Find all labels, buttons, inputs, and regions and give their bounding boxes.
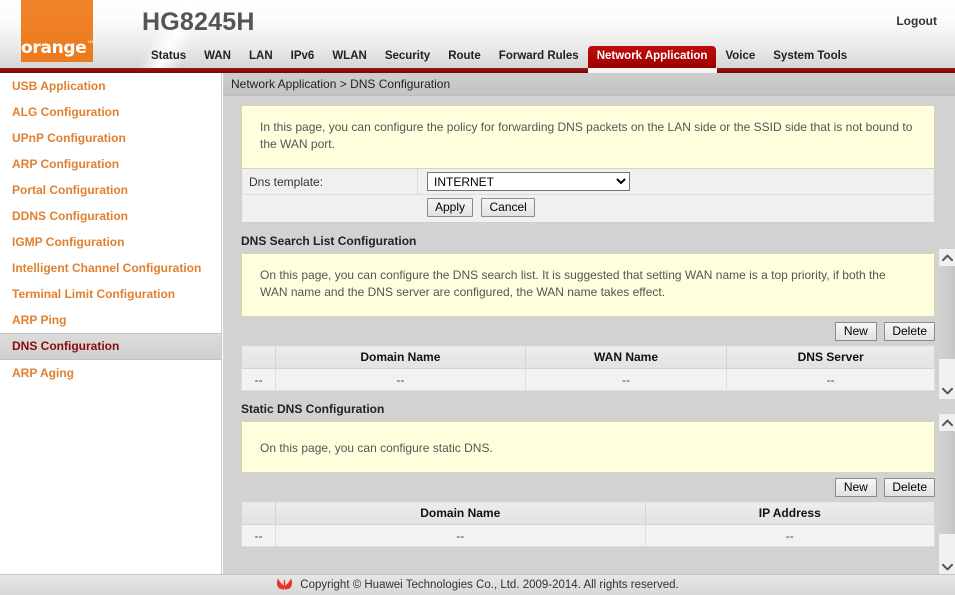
column-header: Domain Name (275, 501, 646, 525)
sidebar-item-alg-configuration[interactable]: ALG Configuration (0, 99, 221, 125)
nav-item-ipv6[interactable]: IPv6 (282, 46, 324, 68)
table-cell: -- (726, 368, 935, 391)
dns-policy-panel: In this page, you can configure the poli… (241, 105, 935, 223)
sidebar-item-upnp-configuration[interactable]: UPnP Configuration (0, 125, 221, 151)
column-header (241, 501, 276, 525)
table-cell: -- (241, 368, 276, 391)
dns-search-list-toolbar: New Delete (241, 322, 935, 341)
sidebar-item-terminal-limit-configuration[interactable]: Terminal Limit Configuration (0, 281, 221, 307)
nav-item-route[interactable]: Route (439, 46, 490, 68)
table-cell: -- (524, 368, 728, 391)
static-dns-panel: On this page, you can configure static D… (241, 421, 935, 473)
dns-search-list-delete-button[interactable]: Delete (884, 322, 935, 341)
nav-item-network-application[interactable]: Network Application (587, 46, 717, 68)
nav-item-lan[interactable]: LAN (240, 46, 282, 68)
trademark-icon: ™ (86, 39, 95, 49)
table-row[interactable]: -- -- -- (241, 524, 936, 547)
table-cell: -- (644, 524, 936, 547)
logout-button[interactable]: Logout (896, 14, 937, 28)
sidebar-menu: USB Application ALG Configuration UPnP Con… (0, 73, 222, 575)
dns-template-label: Dns template: (242, 168, 418, 195)
sidebar-item-arp-ping[interactable]: ARP Ping (0, 307, 221, 333)
sidebar-item-dns-configuration[interactable]: DNS Configuration (0, 333, 221, 360)
breadcrumb: Network Application > DNS Configuration (223, 73, 955, 96)
dns-search-list-title: DNS Search List Configuration (241, 234, 417, 248)
content-scrollbar-lower[interactable] (938, 414, 955, 575)
cancel-button[interactable]: Cancel (481, 198, 535, 217)
sidebar-item-arp-configuration[interactable]: ARP Configuration (0, 151, 221, 177)
copyright-text: Copyright © Huawei Technologies Co., Ltd… (300, 579, 679, 591)
nav-item-wan[interactable]: WAN (195, 46, 240, 68)
nav-item-status[interactable]: Status (142, 46, 195, 68)
column-header: DNS Server (726, 345, 935, 369)
dns-policy-info-text: In this page, you can configure the poli… (241, 105, 935, 169)
content-scrollbar-upper[interactable] (938, 249, 955, 399)
scroll-down-arrow-icon[interactable] (939, 382, 955, 399)
sidebar-item-intelligent-channel-configuration[interactable]: Intelligent Channel Configuration (0, 255, 221, 281)
static-dns-table: Domain Name IP Address -- -- -- (241, 501, 936, 547)
nav-item-security[interactable]: Security (376, 46, 439, 68)
sidebar-item-ddns-configuration[interactable]: DDNS Configuration (0, 203, 221, 229)
scroll-thumb-lower[interactable] (939, 431, 955, 534)
nav-active-underline-gap (588, 68, 717, 73)
page-header: orange™ HG8245H Logout Status WAN LAN IPv6 W… (0, 0, 955, 68)
column-header: Domain Name (275, 345, 526, 369)
column-header: IP Address (644, 501, 936, 525)
page-footer: Copyright © Huawei Technologies Co., Ltd… (0, 574, 955, 595)
table-header-row: Domain Name IP Address (241, 501, 936, 525)
huawei-logo-icon (276, 578, 293, 593)
sidebar-item-portal-configuration[interactable]: Portal Configuration (0, 177, 221, 203)
static-dns-new-button[interactable]: New (834, 478, 877, 497)
table-cell: -- (275, 368, 526, 391)
scroll-up-arrow-icon-2[interactable] (939, 414, 955, 431)
content-area: Network Application > DNS Configuration … (223, 73, 955, 575)
table-header-row: Domain Name WAN Name DNS Server (241, 345, 935, 369)
nav-item-wlan[interactable]: WLAN (323, 46, 376, 68)
dns-template-row: Dns template: INTERNET (241, 168, 935, 195)
dns-search-list-table: Domain Name WAN Name DNS Server -- -- -- -- (241, 345, 935, 391)
static-dns-toolbar: New Delete (241, 478, 935, 497)
orange-logo-word: orange (21, 38, 87, 58)
static-dns-delete-button[interactable]: Delete (884, 478, 935, 497)
dns-search-list-info-text: On this page, you can configure the DNS … (241, 253, 935, 317)
sidebar-item-igmp-configuration[interactable]: IGMP Configuration (0, 229, 221, 255)
orange-logo-text: orange™ (21, 38, 95, 58)
static-dns-title: Static DNS Configuration (241, 402, 385, 416)
scroll-down-arrow-icon-2[interactable] (939, 558, 955, 575)
table-cell: -- (275, 524, 646, 547)
orange-brand-logo: orange™ (21, 0, 95, 62)
scroll-thumb-upper[interactable] (939, 266, 955, 359)
scroll-up-arrow-icon[interactable] (939, 249, 955, 266)
sidebar-item-usb-application[interactable]: USB Application (0, 73, 221, 99)
column-header: WAN Name (524, 345, 728, 369)
main-navigation: Status WAN LAN IPv6 WLAN Security Route Forward… (142, 46, 856, 68)
dns-search-list-new-button[interactable]: New (834, 322, 877, 341)
nav-item-system-tools[interactable]: System Tools (764, 46, 856, 68)
nav-item-voice[interactable]: Voice (716, 46, 764, 68)
apply-button[interactable]: Apply (427, 198, 474, 217)
nav-item-forward-rules[interactable]: Forward Rules (490, 46, 588, 68)
page-title: HG8245H (142, 8, 255, 36)
dns-template-select[interactable]: INTERNET (427, 172, 630, 191)
dns-template-field: INTERNET (418, 172, 630, 191)
router-admin-page: orange™ HG8245H Logout Status WAN LAN IPv6 W… (0, 0, 955, 595)
dns-policy-button-row: Apply Cancel (241, 195, 935, 223)
dns-search-list-panel: On this page, you can configure the DNS … (241, 253, 935, 317)
table-cell: -- (241, 524, 276, 547)
static-dns-info-text: On this page, you can configure static D… (241, 421, 935, 473)
column-header (241, 345, 276, 369)
table-row[interactable]: -- -- -- -- (241, 368, 935, 391)
sidebar-item-arp-aging[interactable]: ARP Aging (0, 360, 221, 386)
